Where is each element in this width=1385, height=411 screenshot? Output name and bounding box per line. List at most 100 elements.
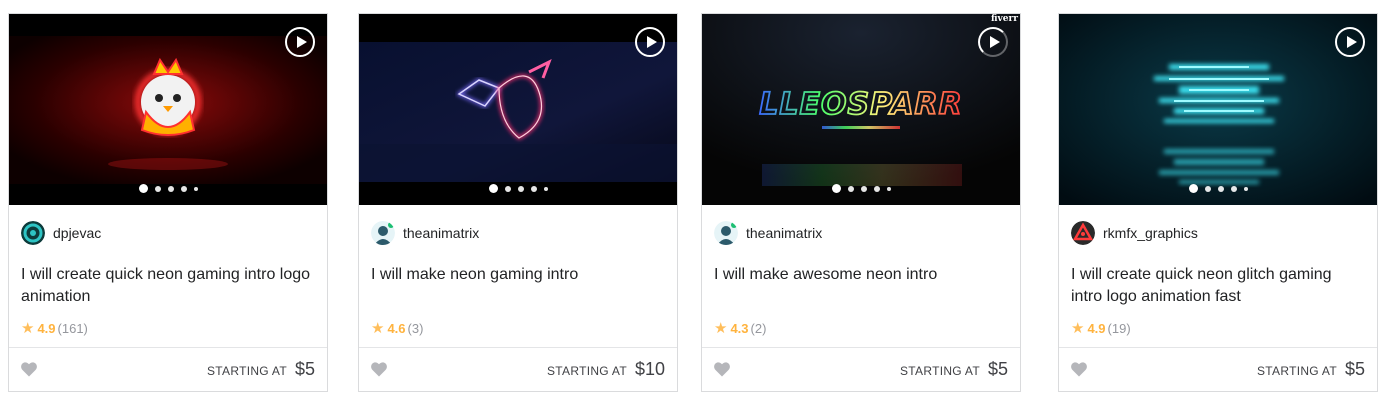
star-icon: ★ [1071,320,1085,337]
avatar[interactable] [1071,221,1095,245]
carousel-dot[interactable] [1217,185,1224,192]
rating-count: (161) [57,321,88,336]
rating-count: (2) [750,321,767,336]
gig-card[interactable]: theanimatrix I will make neon gaming int… [358,13,678,392]
seller-info: theanimatrix [371,221,479,245]
price: $10 [634,359,665,379]
carousel-dot[interactable] [1204,185,1211,192]
carousel-dot[interactable] [530,185,537,192]
carousel-dot[interactable] [860,185,867,192]
price: $5 [1344,359,1365,379]
gig-footer: STARTING AT $5 [9,347,327,391]
seller-name[interactable]: theanimatrix [746,225,822,241]
seller-name[interactable]: rkmfx_graphics [1103,225,1198,241]
heart-icon [371,362,387,377]
starting-at-label: STARTING AT [546,364,627,378]
carousel-dots [359,184,677,193]
watermark: fiverr [991,14,1018,24]
play-icon [646,36,657,48]
avatar[interactable] [371,221,395,245]
avatar[interactable] [714,221,738,245]
carousel-dot[interactable] [886,186,891,191]
gig-title[interactable]: I will create quick neon glitch gaming i… [1071,264,1367,308]
play-button[interactable] [1335,27,1365,57]
price-block[interactable]: STARTING AT $5 [207,359,315,380]
play-icon [989,36,1000,48]
carousel-dot[interactable] [193,186,198,191]
gig-thumbnail[interactable] [9,14,327,205]
favorite-button[interactable] [21,362,37,377]
carousel-dot[interactable] [1188,184,1198,193]
favorite-button[interactable] [714,362,730,377]
play-button[interactable] [978,27,1008,57]
carousel-dot[interactable] [154,185,161,192]
price: $5 [987,359,1008,379]
seller-info: rkmfx_graphics [1071,221,1198,245]
seller-name[interactable]: theanimatrix [403,225,479,241]
play-icon [296,36,307,48]
thumbnail-image [359,14,677,205]
rating-value: 4.9 [1087,321,1106,336]
carousel-dot[interactable] [180,185,187,192]
price-block[interactable]: STARTING AT $5 [1257,359,1365,380]
rating-count: (19) [1107,321,1131,336]
gig-footer: STARTING AT $10 [359,347,677,391]
rating-value: 4.9 [37,321,56,336]
gig-rating: ★ 4.3 (2) [714,321,766,336]
play-button[interactable] [635,27,665,57]
rating-count: (3) [407,321,424,336]
star-icon: ★ [21,320,35,337]
rating-value: 4.3 [730,321,749,336]
heart-icon [21,362,37,377]
carousel-dot[interactable] [543,186,548,191]
carousel-dot[interactable] [138,184,148,193]
gig-title[interactable]: I will make neon gaming intro [371,264,667,286]
avatar[interactable] [21,221,45,245]
price-block[interactable]: STARTING AT $5 [900,359,1008,380]
gig-thumbnail[interactable] [359,14,677,205]
carousel-dot[interactable] [517,185,524,192]
gig-footer: STARTING AT $5 [702,347,1020,391]
carousel-dot[interactable] [847,185,854,192]
thumbnail-image: LLEOSPARR [702,14,1020,205]
carousel-dots [702,184,1020,193]
gig-rating: ★ 4.9 (19) [1071,321,1131,336]
star-icon: ★ [371,320,385,337]
gig-card[interactable]: rkmfx_graphics I will create quick neon … [1058,13,1378,392]
gig-thumbnail[interactable]: LLEOSPARR fiverr [702,14,1020,205]
starting-at-label: STARTING AT [206,364,287,378]
carousel-dot[interactable] [504,185,511,192]
gig-footer: STARTING AT $5 [1059,347,1377,391]
seller-info: theanimatrix [714,221,822,245]
seller-name[interactable]: dpjevac [53,225,101,241]
starting-at-label: STARTING AT [1256,364,1337,378]
favorite-button[interactable] [371,362,387,377]
thumbnail-logo-text: LLEOSPARR [759,87,963,122]
thumbnail-image [9,14,327,205]
gig-thumbnail[interactable] [1059,14,1377,205]
gig-card[interactable]: dpjevac I will create quick neon gaming … [8,13,328,392]
gig-rating: ★ 4.9 (161) [21,321,88,336]
price: $5 [294,359,315,379]
carousel-dot[interactable] [167,185,174,192]
carousel-dots [1059,184,1377,193]
carousel-dot[interactable] [488,184,498,193]
gig-title[interactable]: I will make awesome neon intro [714,264,1010,286]
play-icon [1346,36,1357,48]
carousel-dots [9,184,327,193]
heart-icon [1071,362,1087,377]
price-block[interactable]: STARTING AT $10 [547,359,665,380]
gig-rating: ★ 4.6 (3) [371,321,423,336]
rating-value: 4.6 [387,321,406,336]
carousel-dot[interactable] [1243,186,1248,191]
play-button[interactable] [285,27,315,57]
heart-icon [714,362,730,377]
gig-card[interactable]: LLEOSPARR fiverr theanimatrix I will mak… [701,13,1021,392]
gig-title[interactable]: I will create quick neon gaming intro lo… [21,264,317,308]
carousel-dot[interactable] [873,185,880,192]
carousel-dot[interactable] [831,184,841,193]
favorite-button[interactable] [1071,362,1087,377]
seller-info: dpjevac [21,221,101,245]
carousel-dot[interactable] [1230,185,1237,192]
star-icon: ★ [714,320,728,337]
